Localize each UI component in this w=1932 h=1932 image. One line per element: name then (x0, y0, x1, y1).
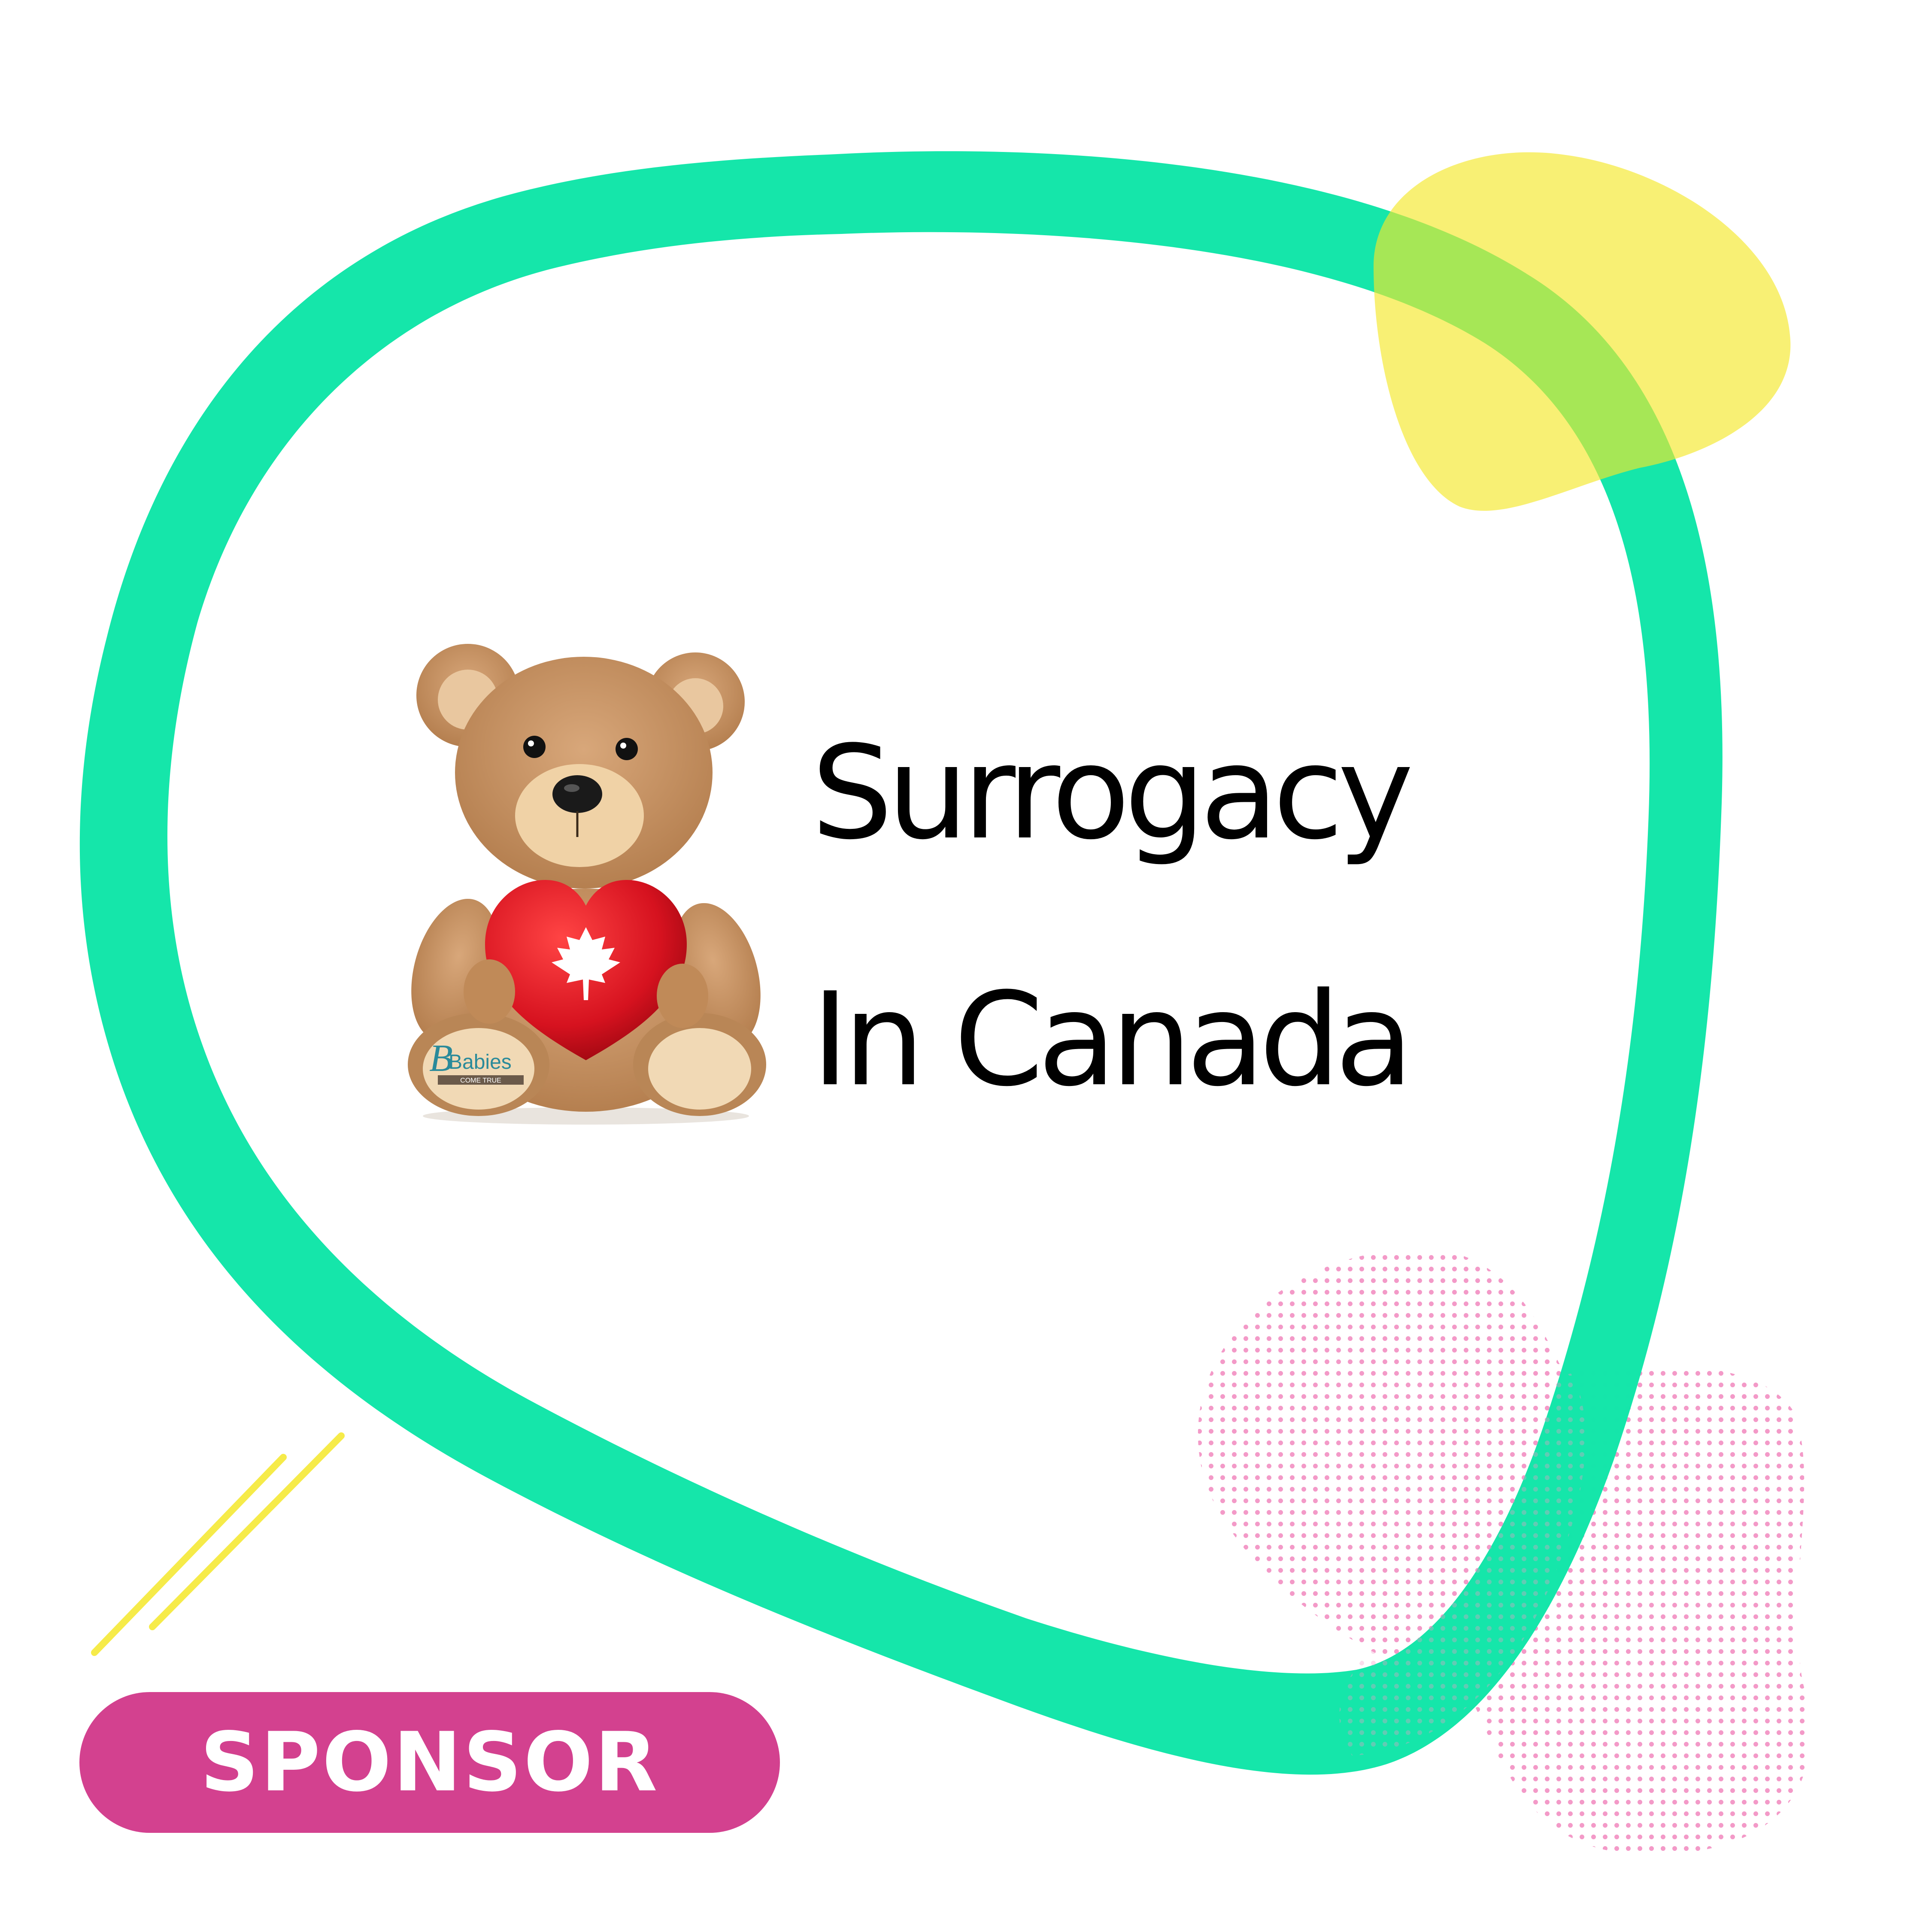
yellow-stripe-1 (91, 1454, 287, 1656)
sponsor-card: B Babies COME TRUE Surrogacy In Canada S… (0, 0, 1932, 1932)
sponsor-label: SPONSOR (200, 1715, 659, 1810)
teddy-bear-drawing: B Babies COME TRUE (408, 644, 766, 1125)
sponsor-badge: SPONSOR (79, 1692, 780, 1833)
svg-text:Babies: Babies (449, 1051, 512, 1074)
bear-eye-right (616, 738, 638, 760)
bear-nose (552, 775, 602, 813)
bear-eye-left (523, 736, 546, 758)
title-line-2: In Canada (811, 965, 1414, 1115)
yellow-stripe-2 (149, 1432, 345, 1630)
teddy-bear-image: B Babies COME TRUE (403, 631, 768, 1129)
page-title: Surrogacy In Canada (811, 670, 1414, 1163)
svg-text:COME TRUE: COME TRUE (460, 1077, 501, 1084)
title-line-1: Surrogacy (811, 718, 1414, 868)
yellow-blob (1374, 152, 1791, 511)
